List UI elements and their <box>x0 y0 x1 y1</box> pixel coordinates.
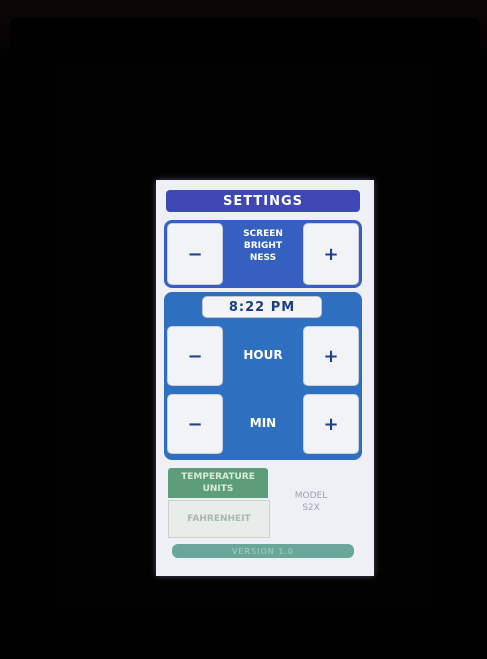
minus-icon: − <box>187 413 203 435</box>
brightness-decrease-button[interactable]: − <box>167 223 223 285</box>
settings-title: SETTINGS <box>166 190 360 212</box>
temperature-units-label: TEMPERATURE UNITS <box>168 468 268 498</box>
time-display: 8:22 PM <box>202 296 322 318</box>
brightness-increase-button[interactable]: + <box>303 223 359 285</box>
brightness-label: SCREEN BRIGHT NESS <box>228 228 298 264</box>
brightness-label-line: BRIGHT <box>243 241 283 251</box>
temperature-units-button[interactable]: FAHRENHEIT <box>168 500 270 538</box>
plus-icon: + <box>323 243 339 265</box>
time-panel: 8:22 PM − HOUR + − MIN + <box>164 292 362 460</box>
plus-icon: + <box>323 413 339 435</box>
model-label: MODEL S2X <box>276 490 346 514</box>
hour-increase-button[interactable]: + <box>303 326 359 386</box>
model-label-line: MODEL <box>294 491 328 501</box>
settings-screen: SETTINGS − SCREEN BRIGHT NESS + 8:22 PM … <box>156 180 374 576</box>
version-bar: VERSION 1.0 <box>172 544 354 558</box>
minute-increase-button[interactable]: + <box>303 394 359 454</box>
minus-icon: − <box>187 345 203 367</box>
brightness-panel: − SCREEN BRIGHT NESS + <box>164 220 362 288</box>
brightness-label-line: SCREEN <box>243 229 283 239</box>
brightness-label-line: NESS <box>249 253 277 263</box>
model-label-line: S2X <box>302 503 320 513</box>
plus-icon: + <box>323 345 339 367</box>
temperature-label-line: TEMPERATURE <box>181 472 255 482</box>
hour-label: HOUR <box>243 348 283 362</box>
hour-decrease-button[interactable]: − <box>167 326 223 386</box>
minute-decrease-button[interactable]: − <box>167 394 223 454</box>
minus-icon: − <box>187 243 203 265</box>
temperature-label-line: UNITS <box>202 484 234 494</box>
minute-label: MIN <box>249 416 277 430</box>
